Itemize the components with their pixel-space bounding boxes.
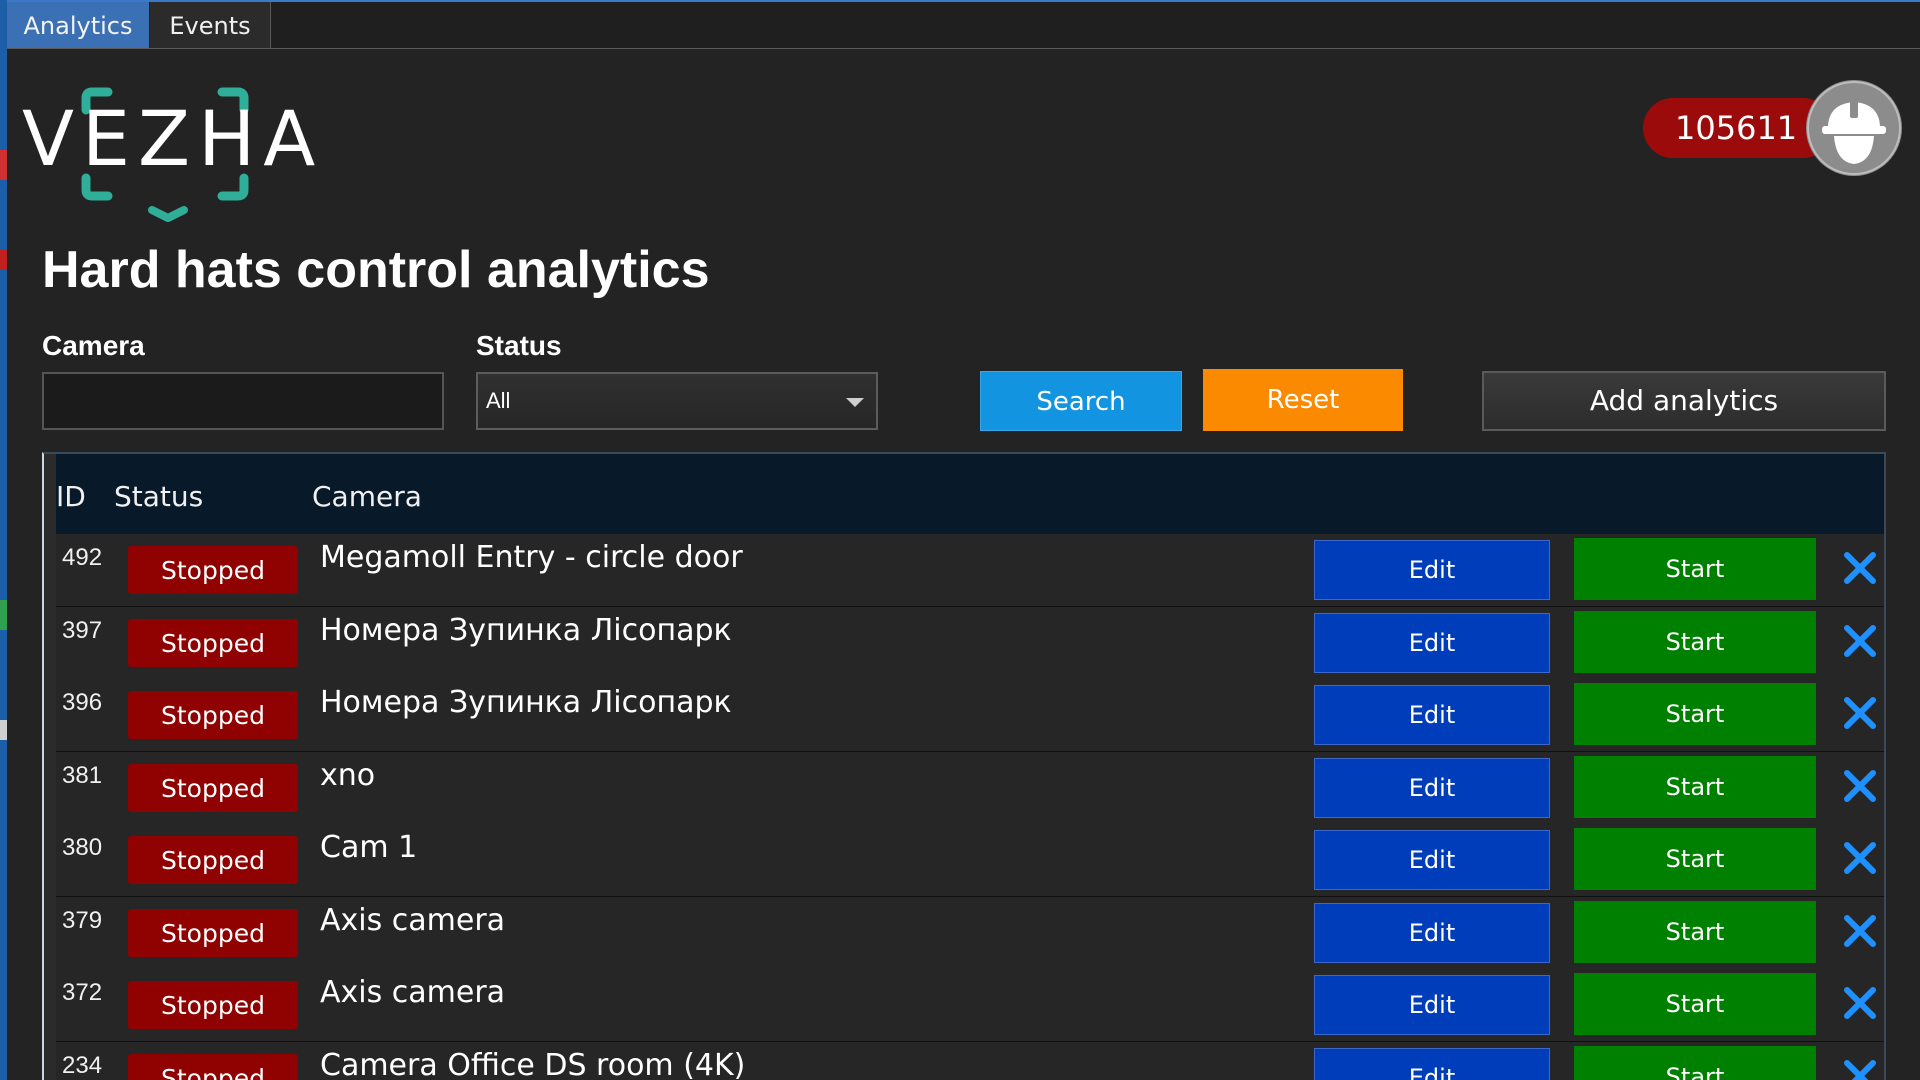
table-row: 234 Stopped Camera Office DS room (4K) Edit… [56,1041,1884,1080]
camera-filter-label: Camera [42,330,145,361]
start-button[interactable]: Start [1574,900,1816,963]
delete-x-icon[interactable] [1842,840,1878,876]
column-header-status: Status [114,480,204,513]
vezha-logo: VEZHA [22,66,322,230]
tab-analytics[interactable]: Analytics [7,2,149,48]
status-badge: Stopped [128,546,298,594]
row-camera-name: Axis camera [320,902,506,938]
edit-button[interactable]: Edit [1314,612,1550,673]
table-row: 381 Stopped xno Edit Start [56,751,1884,826]
status-badge: Stopped [128,691,298,739]
row-id: 381 [62,761,103,789]
row-id: 397 [62,616,103,644]
row-camera-name: Camera Office DS room (4K) [320,1047,746,1080]
column-header-id: ID [56,480,86,513]
delete-x-icon[interactable] [1842,695,1878,731]
start-button[interactable]: Start [1574,828,1816,890]
delete-x-icon[interactable] [1842,768,1878,804]
start-button[interactable]: Start [1574,973,1816,1035]
table-row: 397 Stopped Номера Зупинка Лісопарк Edit Sta… [56,606,1884,681]
start-button[interactable]: Start [1574,538,1816,600]
analytics-table: ID Status Camera 492 Stopped Megamoll Entr… [42,452,1886,1080]
delete-x-icon[interactable] [1842,913,1878,949]
logo-text: VEZHA [22,94,324,183]
table-row: 492 Stopped Megamoll Entry - circle door Ed… [56,534,1884,608]
row-camera-name: Megamoll Entry - circle door [320,540,743,575]
page-title: Hard hats control analytics [42,241,710,299]
row-id: 372 [62,979,103,1006]
table-row: 372 Stopped Axis camera Edit Start [56,969,1884,1043]
row-id: 396 [62,689,103,716]
status-badge: Stopped [128,763,298,812]
status-filter-label: Status [476,330,562,361]
status-badge: Stopped [128,836,298,884]
start-button[interactable]: Start [1574,610,1816,673]
desktop-edge-strip [0,0,7,1080]
user-id-badge[interactable]: 105611 [1643,98,1833,158]
row-id: 380 [62,834,103,861]
status-badge: Stopped [128,618,298,667]
status-filter-select[interactable]: All [476,372,878,430]
row-camera-name: Cam 1 [320,830,418,865]
row-camera-name: Номера Зупинка Лісопарк [320,685,732,720]
hard-hat-icon [1807,81,1901,175]
edit-button[interactable]: Edit [1314,685,1550,745]
row-id: 379 [62,906,103,934]
start-button[interactable]: Start [1574,683,1816,745]
row-camera-name: xno [320,757,376,793]
table-header: ID Status Camera [56,454,1884,534]
camera-search-input[interactable] [42,372,444,430]
edit-button[interactable]: Edit [1314,757,1550,818]
edit-button[interactable]: Edit [1314,1047,1550,1080]
delete-x-icon[interactable] [1842,550,1878,586]
status-badge: Stopped [128,981,298,1029]
delete-x-icon[interactable] [1842,1058,1878,1080]
column-header-camera: Camera [312,480,422,513]
edit-button[interactable]: Edit [1314,830,1550,890]
edit-button[interactable]: Edit [1314,902,1550,963]
edit-button[interactable]: Edit [1314,540,1550,600]
status-select-value: All [486,388,511,413]
edit-button[interactable]: Edit [1314,975,1550,1035]
table-row: 396 Stopped Номера Зупинка Лісопарк Edit Sta… [56,679,1884,753]
delete-x-icon[interactable] [1842,985,1878,1021]
reset-button[interactable]: Reset [1203,369,1403,431]
row-id: 234 [62,1051,103,1079]
table-row: 380 Stopped Cam 1 Edit Start [56,824,1884,898]
tab-bar: Analytics Events [7,2,1920,49]
row-camera-name: Axis camera [320,975,506,1010]
tab-events[interactable]: Events [150,2,271,48]
start-button[interactable]: Start [1574,755,1816,818]
table-row: 379 Stopped Axis camera Edit Start [56,896,1884,971]
app-window: Analytics Events VEZHA 105611 Hard hats … [0,0,1920,1080]
status-badge: Stopped [128,908,298,957]
add-analytics-button[interactable]: Add analytics [1482,371,1886,431]
search-button[interactable]: Search [980,371,1182,431]
user-avatar[interactable] [1806,80,1902,176]
chevron-down-icon [846,398,864,407]
start-button[interactable]: Start [1574,1045,1816,1080]
delete-x-icon[interactable] [1842,623,1878,659]
status-badge: Stopped [128,1053,298,1080]
row-camera-name: Номера Зупинка Лісопарк [320,612,732,648]
row-id: 492 [62,544,103,571]
